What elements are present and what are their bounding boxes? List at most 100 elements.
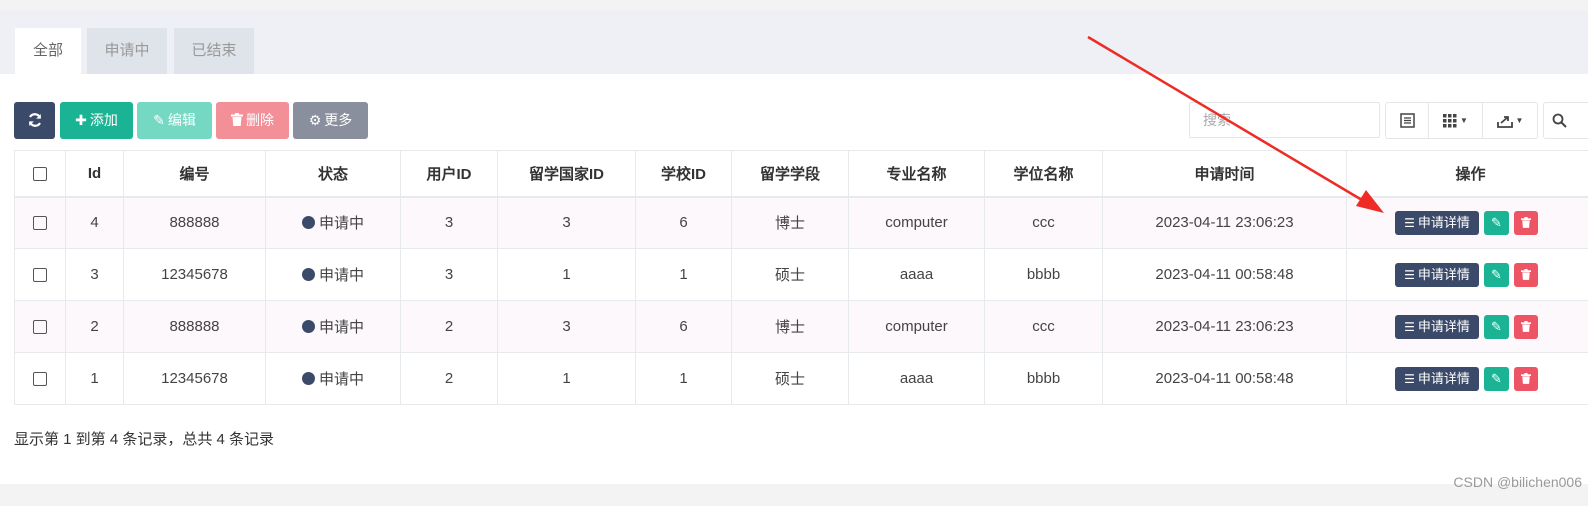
cell-actions: ☰ 申请详情 ✎ [1346, 352, 1588, 405]
cell-time: 2023-04-11 00:58:48 [1102, 352, 1347, 405]
cell-degree: bbbb [984, 248, 1103, 301]
row-checkbox[interactable] [33, 320, 47, 335]
edit-button[interactable]: ✎ 编辑 [137, 102, 212, 139]
cell-status: 申请中 [265, 196, 401, 249]
status-dot-icon [301, 268, 315, 281]
cell-user-id: 2 [400, 300, 498, 353]
cell-country-id: 3 [497, 300, 636, 353]
more-button[interactable]: ⚙ 更多 [293, 102, 368, 139]
column-header[interactable]: 专业名称 [848, 150, 985, 198]
row-delete-button[interactable] [1514, 210, 1538, 235]
cell-id: 1 [65, 352, 124, 405]
table-row[interactable]: 1 12345678 申请中 2 1 1 硕士 aaaa bbbb 2023-04-11 00:5… [14, 352, 1588, 405]
apply-detail-label: 申请详情 [1417, 318, 1470, 334]
delete-button-label: 删除 [246, 112, 274, 128]
apply-detail-button[interactable]: ☰ 申请详情 [1395, 314, 1479, 339]
column-header[interactable]: 编号 [123, 150, 266, 198]
column-header[interactable]: 留学国家ID [497, 150, 636, 198]
cell-id: 4 [65, 196, 124, 249]
column-header[interactable]: 学位名称 [984, 150, 1103, 198]
cell-status: 申请中 [265, 248, 401, 301]
plus-icon: ✚ [75, 112, 87, 128]
columns-button[interactable]: ▼ [1428, 102, 1483, 139]
trash-icon [1521, 269, 1531, 280]
top-strip [0, 0, 1588, 10]
watermark: CSDN @bilichen006 [1453, 474, 1582, 490]
tab-all[interactable]: 全部 [15, 28, 81, 74]
cell-id: 2 [65, 300, 124, 353]
apply-detail-button[interactable]: ☰ 申请详情 [1395, 262, 1479, 287]
column-header[interactable]: 留学学段 [731, 150, 849, 198]
cell-school-id: 1 [635, 248, 732, 301]
table-row[interactable]: 4 888888 申请中 3 3 6 博士 computer ccc 2023-04-11 23:… [14, 196, 1588, 249]
pencil-icon: ✎ [153, 112, 165, 128]
apply-detail-button[interactable]: ☰ 申请详情 [1395, 366, 1479, 391]
apply-detail-button[interactable]: ☰ 申请详情 [1395, 210, 1479, 235]
row-select-cell [14, 352, 66, 405]
caret-down-icon: ▼ [1515, 116, 1524, 125]
tab-applying[interactable]: 申请中 [87, 28, 167, 74]
column-header[interactable]: 状态 [265, 150, 401, 198]
column-header[interactable]: 申请时间 [1102, 150, 1347, 198]
add-button[interactable]: ✚ 添加 [60, 102, 133, 139]
export-button[interactable]: ▼ [1482, 102, 1538, 139]
list-icon: ☰ [1404, 371, 1415, 386]
refresh-button[interactable] [14, 102, 55, 139]
cell-major: aaaa [848, 248, 985, 301]
tab-bar: 全部 申请中 已结束 [0, 10, 1588, 74]
cell-user-id: 3 [400, 248, 498, 301]
row-delete-button[interactable] [1514, 262, 1538, 287]
row-edit-button[interactable]: ✎ [1484, 210, 1509, 235]
cell-degree: ccc [984, 300, 1103, 353]
status-text: 申请中 [318, 267, 364, 284]
row-checkbox[interactable] [33, 216, 47, 231]
main-panel: ✚添加 ✎编辑 删除 ⚙更多 ▼ ▼ [0, 74, 1588, 484]
edit-button-label: 编辑 [167, 112, 196, 128]
row-checkbox[interactable] [33, 372, 47, 387]
cell-stage: 硕士 [731, 248, 849, 301]
select-all-cell [14, 150, 66, 198]
cell-school-id: 1 [635, 352, 732, 405]
row-edit-button[interactable]: ✎ [1484, 262, 1509, 287]
pencil-icon: ✎ [1491, 214, 1502, 230]
cell-school-id: 6 [635, 300, 732, 353]
row-delete-button[interactable] [1514, 366, 1538, 391]
cell-code: 888888 [123, 300, 266, 353]
apply-detail-label: 申请详情 [1417, 370, 1470, 386]
column-header[interactable]: 用户ID [400, 150, 498, 198]
cell-actions: ☰ 申请详情 ✎ [1346, 300, 1588, 353]
list-icon: ☰ [1404, 267, 1415, 282]
table-header-row: Id 编号 状态 用户ID 留学国家ID 学校ID 留学学段 专业名称 学位名称… [14, 150, 1588, 198]
row-select-cell [14, 248, 66, 301]
column-header[interactable]: 学校ID [635, 150, 732, 198]
delete-button[interactable]: 删除 [216, 102, 289, 139]
status-text: 申请中 [318, 371, 364, 388]
row-edit-button[interactable]: ✎ [1484, 314, 1509, 339]
caret-down-icon: ▼ [1460, 116, 1468, 125]
column-header[interactable]: Id [65, 150, 124, 198]
toggle-view-button[interactable] [1385, 102, 1429, 139]
cell-school-id: 6 [635, 196, 732, 249]
tab-finished[interactable]: 已结束 [174, 28, 254, 74]
cell-major: computer [848, 300, 985, 353]
cell-id: 3 [65, 248, 124, 301]
search-input[interactable] [1189, 102, 1380, 138]
grid-icon [1443, 113, 1457, 127]
row-edit-button[interactable]: ✎ [1484, 366, 1509, 391]
trash-icon [1521, 321, 1531, 332]
apply-detail-label: 申请详情 [1417, 214, 1470, 230]
row-checkbox[interactable] [33, 268, 47, 283]
cell-stage: 硕士 [731, 352, 849, 405]
column-header: 操作 [1346, 150, 1588, 198]
cell-time: 2023-04-11 23:06:23 [1102, 196, 1347, 249]
select-all-checkbox[interactable] [33, 166, 47, 181]
advanced-search-button[interactable] [1543, 102, 1588, 139]
apply-detail-label: 申请详情 [1417, 266, 1470, 282]
table-row[interactable]: 3 12345678 申请中 3 1 1 硕士 aaaa bbbb 2023-04-11 00:5… [14, 248, 1588, 301]
row-delete-button[interactable] [1514, 314, 1538, 339]
cell-code: 12345678 [123, 248, 266, 301]
cell-code: 888888 [123, 196, 266, 249]
list-icon: ☰ [1404, 215, 1415, 230]
row-select-cell [14, 300, 66, 353]
table-row[interactable]: 2 888888 申请中 2 3 6 博士 computer ccc 2023-04-11 23:… [14, 300, 1588, 353]
